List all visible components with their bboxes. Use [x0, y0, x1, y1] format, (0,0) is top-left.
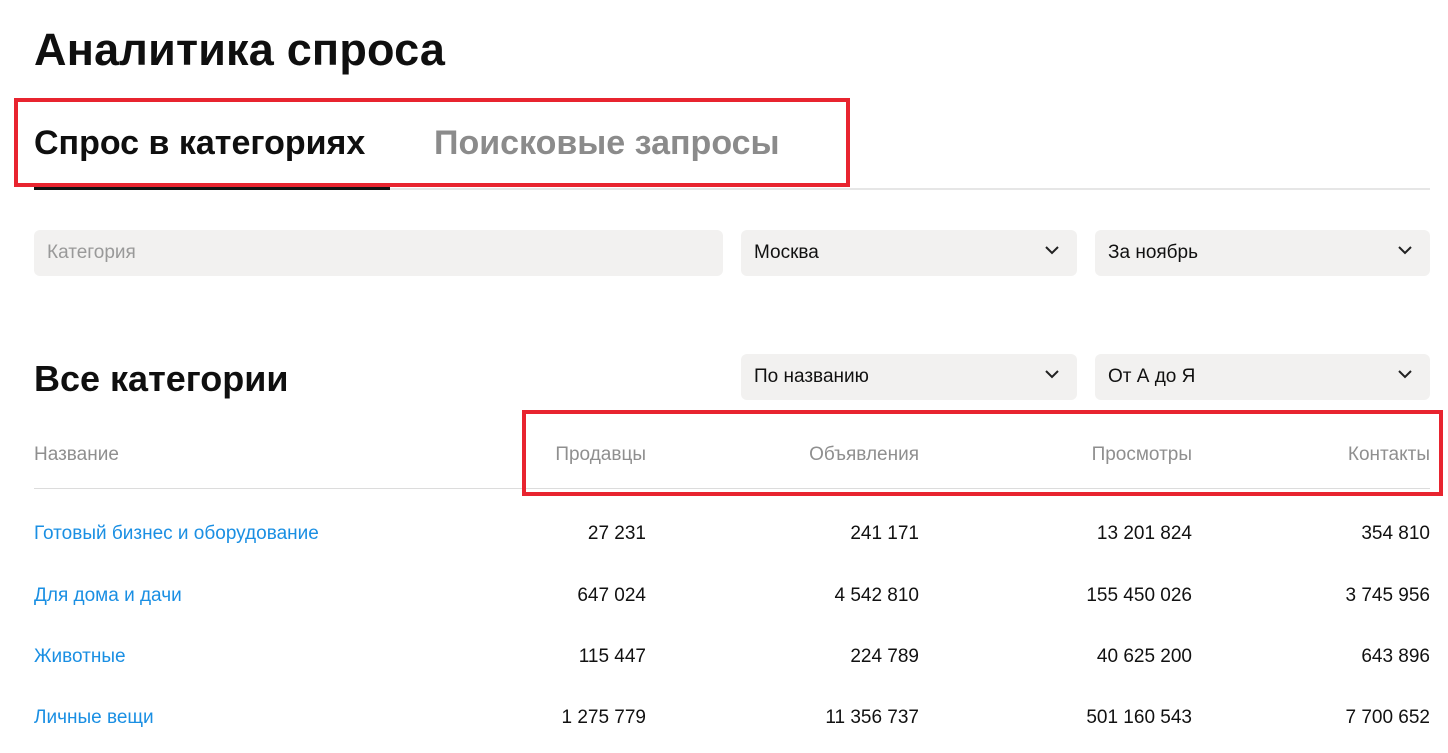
contacts-value: 7 700 652: [1345, 707, 1430, 728]
period-select[interactable]: За ноябрь: [1095, 230, 1430, 276]
category-link[interactable]: Для дома и дачи: [34, 585, 182, 607]
sort-by-value: По названию: [754, 366, 869, 387]
category-link[interactable]: Животные: [34, 646, 126, 668]
category-search-field[interactable]: [34, 230, 723, 276]
column-header-views[interactable]: Просмотры: [1092, 444, 1192, 466]
chevron-down-icon: [1398, 370, 1412, 379]
column-header-contacts[interactable]: Контакты: [1348, 444, 1430, 466]
ads-value: 11 356 737: [825, 707, 919, 728]
period-select-value: За ноябрь: [1108, 242, 1199, 263]
contacts-value: 3 745 956: [1345, 585, 1430, 606]
column-header-name[interactable]: Название: [34, 444, 119, 466]
ads-value: 241 171: [850, 523, 919, 544]
category-link[interactable]: Готовый бизнес и оборудование: [34, 523, 319, 545]
page-title: Аналитика спроса: [34, 24, 446, 75]
sort-order-select[interactable]: От А до Я: [1095, 354, 1430, 400]
views-value: 501 160 543: [1086, 707, 1192, 728]
table-header: Название Продавцы Объявления Просмотры К…: [34, 430, 1430, 489]
sellers-value: 1 275 779: [561, 707, 646, 728]
sort-order-value: От А до Я: [1108, 366, 1196, 387]
table-row: Готовый бизнес и оборудование 27 231 241…: [34, 489, 1430, 551]
demand-analytics-page: Аналитика спроса Спрос в категориях Поис…: [0, 0, 1448, 753]
section-title: Все категории: [34, 358, 289, 399]
chevron-down-icon: [1045, 370, 1059, 379]
city-select[interactable]: Москва: [741, 230, 1077, 276]
category-input[interactable]: [47, 242, 723, 264]
views-value: 155 450 026: [1086, 585, 1192, 606]
category-link[interactable]: Личные вещи: [34, 707, 154, 729]
table-row: Животные 115 447 224 789 40 625 200 643 …: [34, 612, 1430, 673]
contacts-value: 643 896: [1361, 646, 1430, 667]
sellers-value: 115 447: [578, 646, 646, 667]
views-value: 40 625 200: [1096, 646, 1192, 667]
chevron-down-icon: [1398, 246, 1412, 255]
active-tab-indicator: [34, 186, 390, 190]
sellers-value: 27 231: [587, 523, 646, 544]
sort-by-select[interactable]: По названию: [741, 354, 1077, 400]
tab-category-demand[interactable]: Спрос в категориях: [34, 124, 365, 163]
chevron-down-icon: [1045, 246, 1059, 255]
column-header-ads[interactable]: Объявления: [809, 444, 919, 466]
table-row: Личные вещи 1 275 779 11 356 737 501 160…: [34, 673, 1430, 734]
ads-value: 4 542 810: [834, 585, 919, 606]
city-select-value: Москва: [754, 242, 819, 263]
column-header-sellers[interactable]: Продавцы: [555, 444, 646, 466]
tab-bar: Спрос в категориях Поисковые запросы: [34, 118, 1430, 190]
table-row: Для дома и дачи 647 024 4 542 810 155 45…: [34, 551, 1430, 612]
ads-value: 224 789: [850, 646, 919, 667]
views-value: 13 201 824: [1096, 523, 1192, 544]
sellers-value: 647 024: [577, 585, 646, 606]
categories-table: Название Продавцы Объявления Просмотры К…: [34, 430, 1430, 734]
tab-search-queries[interactable]: Поисковые запросы: [434, 124, 780, 163]
contacts-value: 354 810: [1361, 523, 1430, 544]
